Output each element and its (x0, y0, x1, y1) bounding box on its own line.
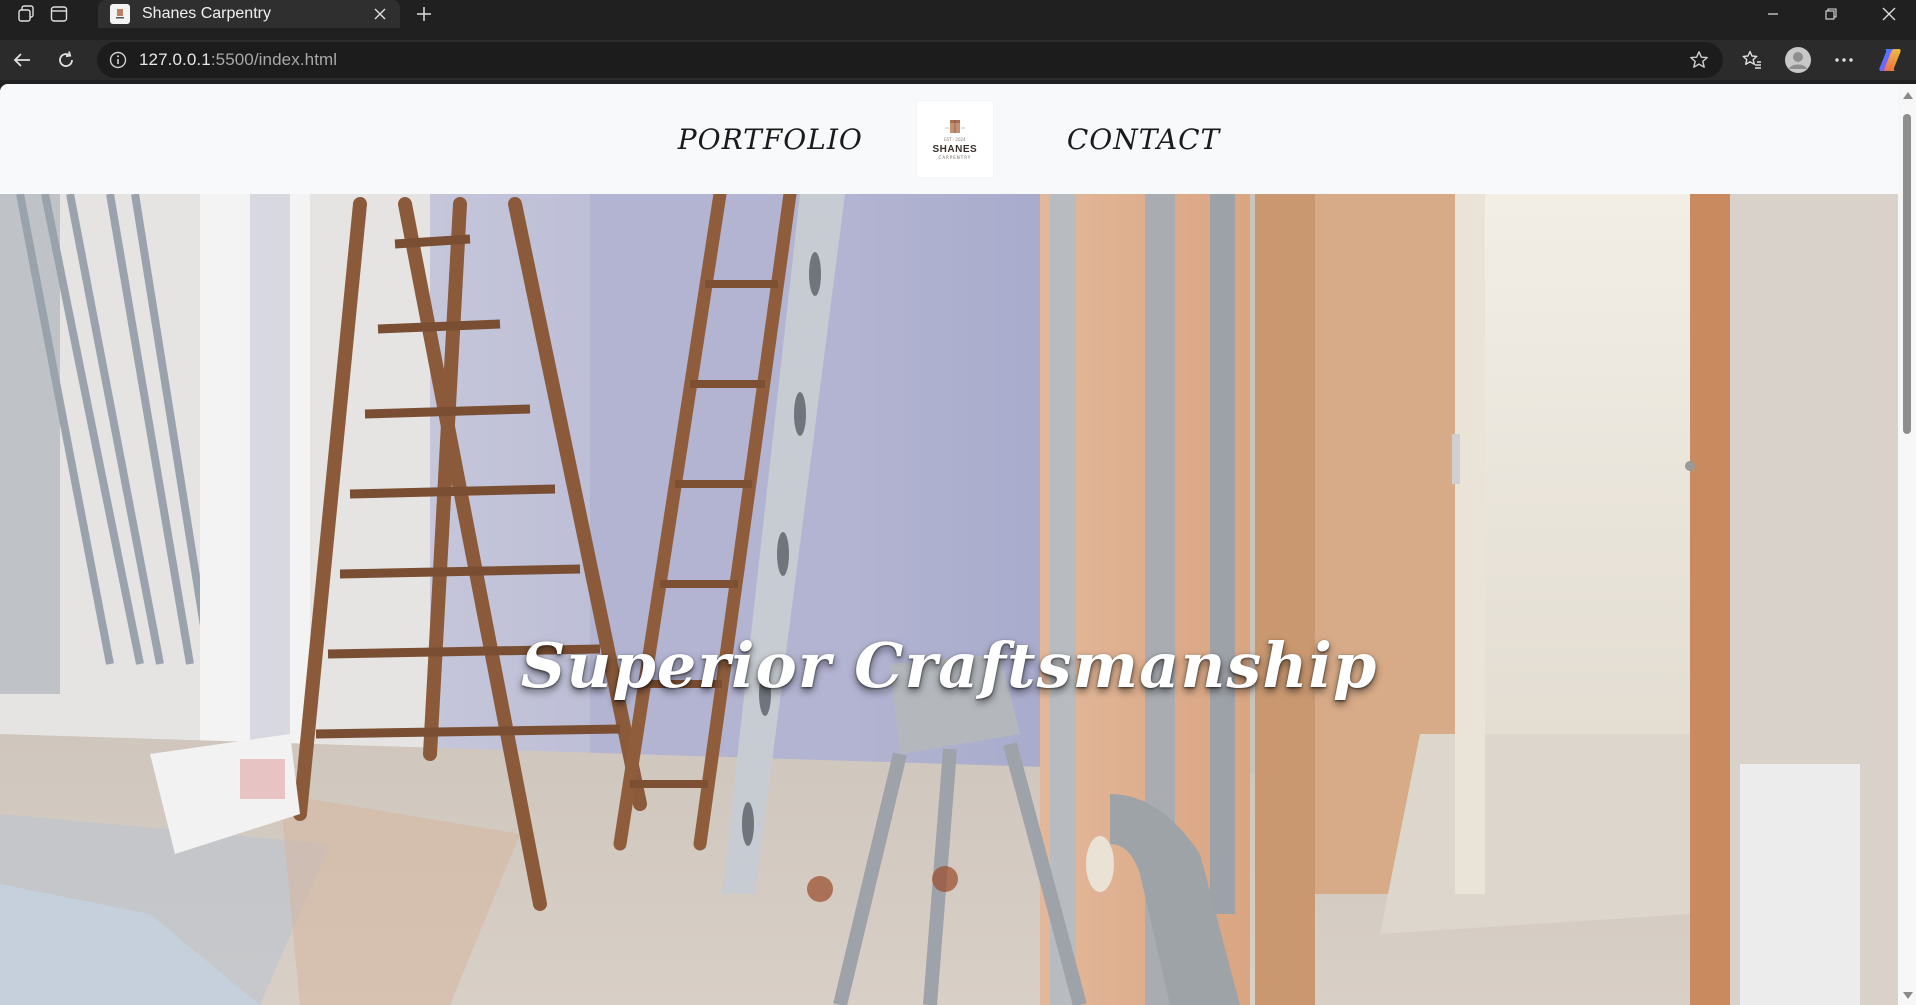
url-path: :5500/index.html (210, 50, 338, 69)
url-text: 127.0.0.1:5500/index.html (139, 50, 337, 70)
minimize-icon[interactable] (1750, 0, 1796, 28)
active-tab[interactable]: Shanes Carpentry (98, 0, 400, 28)
page-viewport: PORTFOLIO EST · 2024 SHANES CARPENTRY CO… (0, 84, 1898, 1005)
site-navbar: PORTFOLIO EST · 2024 SHANES CARPENTRY CO… (0, 84, 1898, 194)
copilot-icon[interactable] (1874, 44, 1906, 76)
hero-section: Superior Craftsmanship (0, 194, 1898, 1005)
tab-title: Shanes Carpentry (142, 5, 271, 22)
favorite-star-icon[interactable] (1687, 48, 1711, 72)
more-options-icon[interactable] (1828, 44, 1860, 76)
profile-avatar-icon[interactable] (1782, 44, 1814, 76)
nav-link-portfolio[interactable]: PORTFOLIO (678, 123, 863, 156)
browser-toolbar: 127.0.0.1:5500/index.html (0, 40, 1916, 80)
browser-tab-bar: Shanes Carpentry (0, 0, 1916, 40)
hero-background-image (0, 194, 1898, 1005)
close-tab-icon[interactable] (368, 2, 392, 26)
scroll-thumb[interactable] (1903, 114, 1911, 434)
scroll-up-arrow-icon[interactable] (1903, 92, 1913, 99)
nav-link-contact[interactable]: CONTACT (1067, 123, 1220, 156)
site-info-icon[interactable] (107, 49, 129, 71)
vertical-tabs-icon[interactable] (45, 0, 73, 28)
workspaces-icon[interactable] (12, 0, 40, 28)
new-tab-icon[interactable] (410, 0, 438, 28)
site-logo[interactable]: EST · 2024 SHANES CARPENTRY (916, 101, 993, 177)
hero-title: Superior Craftsmanship (520, 629, 1378, 702)
refresh-icon[interactable] (50, 44, 82, 76)
logo-sub-text: CARPENTRY (938, 154, 972, 160)
favorites-icon[interactable] (1736, 44, 1768, 76)
page-scrollbar[interactable] (1898, 84, 1916, 1005)
logo-est-text: EST · 2024 (944, 136, 966, 142)
logo-name-text: SHANES (932, 143, 978, 155)
scroll-down-arrow-icon[interactable] (1903, 992, 1913, 999)
site-favicon-icon (110, 4, 130, 24)
logo-emblem-icon (944, 119, 965, 133)
restore-icon[interactable] (1808, 0, 1854, 28)
close-window-icon[interactable] (1866, 0, 1912, 28)
back-icon[interactable] (6, 44, 38, 76)
url-host: 127.0.0.1 (139, 50, 211, 69)
address-bar[interactable]: 127.0.0.1:5500/index.html (97, 42, 1723, 78)
